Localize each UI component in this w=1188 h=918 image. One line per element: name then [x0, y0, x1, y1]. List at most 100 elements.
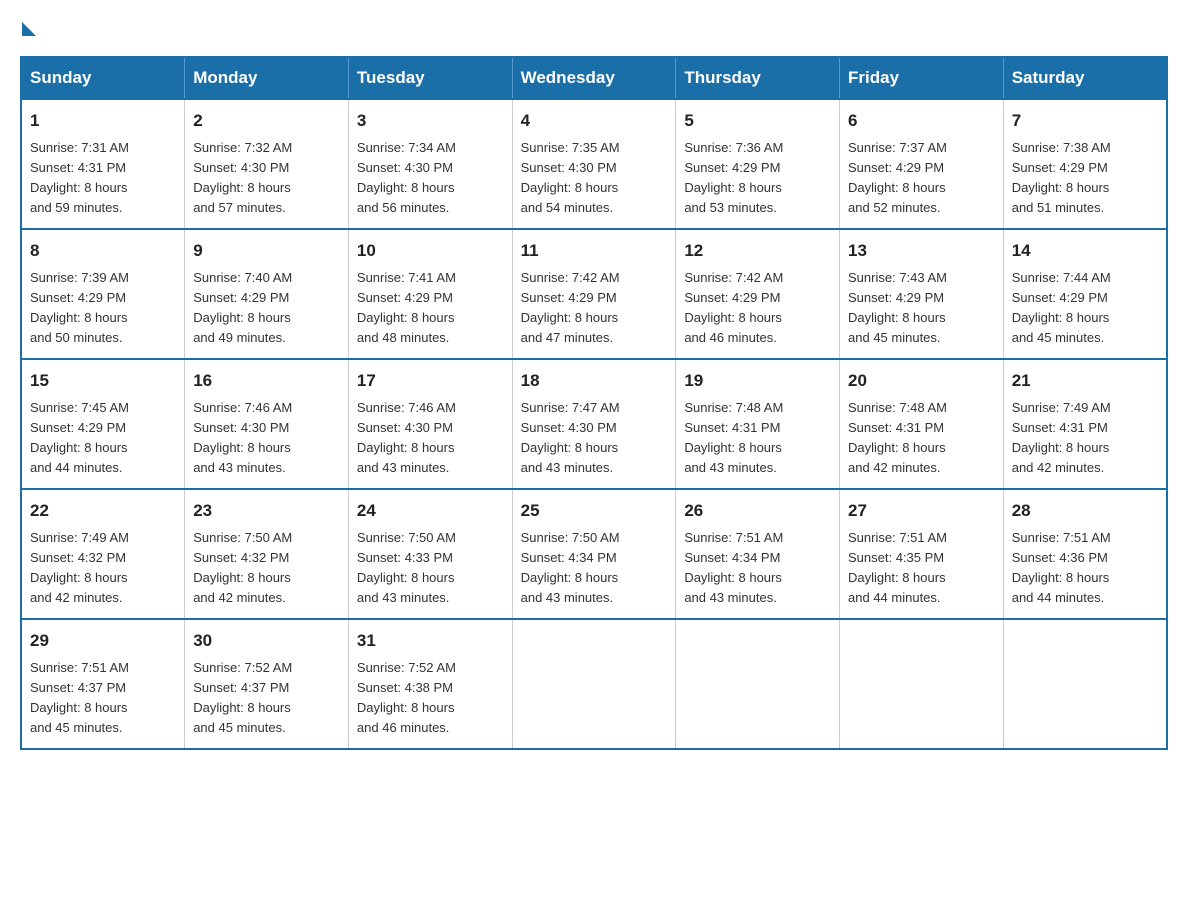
calendar-cell: 8 Sunrise: 7:39 AMSunset: 4:29 PMDayligh… [21, 229, 185, 359]
day-of-week-header: Saturday [1003, 57, 1167, 99]
calendar-cell: 30 Sunrise: 7:52 AMSunset: 4:37 PMDaylig… [185, 619, 349, 749]
calendar-cell [676, 619, 840, 749]
day-info: Sunrise: 7:48 AMSunset: 4:31 PMDaylight:… [848, 398, 995, 479]
day-info: Sunrise: 7:51 AMSunset: 4:37 PMDaylight:… [30, 658, 176, 739]
calendar-cell [1003, 619, 1167, 749]
day-info: Sunrise: 7:48 AMSunset: 4:31 PMDaylight:… [684, 398, 831, 479]
day-number: 14 [1012, 238, 1158, 264]
calendar-cell: 13 Sunrise: 7:43 AMSunset: 4:29 PMDaylig… [840, 229, 1004, 359]
day-of-week-header: Monday [185, 57, 349, 99]
calendar-cell: 16 Sunrise: 7:46 AMSunset: 4:30 PMDaylig… [185, 359, 349, 489]
day-of-week-header: Wednesday [512, 57, 676, 99]
calendar-cell: 27 Sunrise: 7:51 AMSunset: 4:35 PMDaylig… [840, 489, 1004, 619]
day-number: 29 [30, 628, 176, 654]
day-info: Sunrise: 7:38 AMSunset: 4:29 PMDaylight:… [1012, 138, 1158, 219]
calendar-cell: 11 Sunrise: 7:42 AMSunset: 4:29 PMDaylig… [512, 229, 676, 359]
day-info: Sunrise: 7:51 AMSunset: 4:36 PMDaylight:… [1012, 528, 1158, 609]
calendar-cell: 15 Sunrise: 7:45 AMSunset: 4:29 PMDaylig… [21, 359, 185, 489]
calendar-cell: 20 Sunrise: 7:48 AMSunset: 4:31 PMDaylig… [840, 359, 1004, 489]
calendar-cell: 9 Sunrise: 7:40 AMSunset: 4:29 PMDayligh… [185, 229, 349, 359]
day-number: 11 [521, 238, 668, 264]
day-number: 23 [193, 498, 340, 524]
day-info: Sunrise: 7:50 AMSunset: 4:34 PMDaylight:… [521, 528, 668, 609]
day-info: Sunrise: 7:49 AMSunset: 4:32 PMDaylight:… [30, 528, 176, 609]
calendar-cell: 22 Sunrise: 7:49 AMSunset: 4:32 PMDaylig… [21, 489, 185, 619]
day-number: 13 [848, 238, 995, 264]
day-number: 25 [521, 498, 668, 524]
day-number: 30 [193, 628, 340, 654]
calendar-cell: 25 Sunrise: 7:50 AMSunset: 4:34 PMDaylig… [512, 489, 676, 619]
day-info: Sunrise: 7:51 AMSunset: 4:35 PMDaylight:… [848, 528, 995, 609]
day-number: 1 [30, 108, 176, 134]
day-of-week-header: Sunday [21, 57, 185, 99]
calendar-cell: 21 Sunrise: 7:49 AMSunset: 4:31 PMDaylig… [1003, 359, 1167, 489]
day-number: 8 [30, 238, 176, 264]
day-number: 3 [357, 108, 504, 134]
day-info: Sunrise: 7:42 AMSunset: 4:29 PMDaylight:… [521, 268, 668, 349]
calendar-cell: 6 Sunrise: 7:37 AMSunset: 4:29 PMDayligh… [840, 99, 1004, 229]
calendar-cell [840, 619, 1004, 749]
day-info: Sunrise: 7:50 AMSunset: 4:32 PMDaylight:… [193, 528, 340, 609]
logo-arrow-icon [22, 22, 36, 36]
day-info: Sunrise: 7:47 AMSunset: 4:30 PMDaylight:… [521, 398, 668, 479]
calendar-cell: 26 Sunrise: 7:51 AMSunset: 4:34 PMDaylig… [676, 489, 840, 619]
day-number: 6 [848, 108, 995, 134]
day-number: 4 [521, 108, 668, 134]
calendar-week-row: 15 Sunrise: 7:45 AMSunset: 4:29 PMDaylig… [21, 359, 1167, 489]
calendar-week-row: 1 Sunrise: 7:31 AMSunset: 4:31 PMDayligh… [21, 99, 1167, 229]
calendar-cell: 23 Sunrise: 7:50 AMSunset: 4:32 PMDaylig… [185, 489, 349, 619]
calendar-cell: 24 Sunrise: 7:50 AMSunset: 4:33 PMDaylig… [348, 489, 512, 619]
calendar-cell: 29 Sunrise: 7:51 AMSunset: 4:37 PMDaylig… [21, 619, 185, 749]
day-number: 24 [357, 498, 504, 524]
calendar-cell: 19 Sunrise: 7:48 AMSunset: 4:31 PMDaylig… [676, 359, 840, 489]
day-info: Sunrise: 7:46 AMSunset: 4:30 PMDaylight:… [357, 398, 504, 479]
day-info: Sunrise: 7:52 AMSunset: 4:37 PMDaylight:… [193, 658, 340, 739]
day-number: 17 [357, 368, 504, 394]
calendar-week-row: 8 Sunrise: 7:39 AMSunset: 4:29 PMDayligh… [21, 229, 1167, 359]
calendar-cell: 28 Sunrise: 7:51 AMSunset: 4:36 PMDaylig… [1003, 489, 1167, 619]
calendar-cell: 10 Sunrise: 7:41 AMSunset: 4:29 PMDaylig… [348, 229, 512, 359]
day-info: Sunrise: 7:50 AMSunset: 4:33 PMDaylight:… [357, 528, 504, 609]
calendar-cell: 1 Sunrise: 7:31 AMSunset: 4:31 PMDayligh… [21, 99, 185, 229]
day-number: 21 [1012, 368, 1158, 394]
day-number: 5 [684, 108, 831, 134]
calendar-cell: 5 Sunrise: 7:36 AMSunset: 4:29 PMDayligh… [676, 99, 840, 229]
calendar-cell: 3 Sunrise: 7:34 AMSunset: 4:30 PMDayligh… [348, 99, 512, 229]
day-of-week-header: Tuesday [348, 57, 512, 99]
day-info: Sunrise: 7:37 AMSunset: 4:29 PMDaylight:… [848, 138, 995, 219]
day-info: Sunrise: 7:43 AMSunset: 4:29 PMDaylight:… [848, 268, 995, 349]
calendar-cell: 12 Sunrise: 7:42 AMSunset: 4:29 PMDaylig… [676, 229, 840, 359]
day-info: Sunrise: 7:46 AMSunset: 4:30 PMDaylight:… [193, 398, 340, 479]
day-info: Sunrise: 7:31 AMSunset: 4:31 PMDaylight:… [30, 138, 176, 219]
day-info: Sunrise: 7:42 AMSunset: 4:29 PMDaylight:… [684, 268, 831, 349]
day-info: Sunrise: 7:45 AMSunset: 4:29 PMDaylight:… [30, 398, 176, 479]
day-number: 27 [848, 498, 995, 524]
day-number: 7 [1012, 108, 1158, 134]
day-of-week-header: Thursday [676, 57, 840, 99]
day-number: 22 [30, 498, 176, 524]
day-info: Sunrise: 7:44 AMSunset: 4:29 PMDaylight:… [1012, 268, 1158, 349]
day-number: 16 [193, 368, 340, 394]
calendar-cell: 17 Sunrise: 7:46 AMSunset: 4:30 PMDaylig… [348, 359, 512, 489]
day-number: 10 [357, 238, 504, 264]
calendar-week-row: 22 Sunrise: 7:49 AMSunset: 4:32 PMDaylig… [21, 489, 1167, 619]
page-header [20, 20, 1168, 36]
day-number: 12 [684, 238, 831, 264]
calendar-header-row: SundayMondayTuesdayWednesdayThursdayFrid… [21, 57, 1167, 99]
day-of-week-header: Friday [840, 57, 1004, 99]
day-info: Sunrise: 7:36 AMSunset: 4:29 PMDaylight:… [684, 138, 831, 219]
day-number: 9 [193, 238, 340, 264]
calendar-cell: 18 Sunrise: 7:47 AMSunset: 4:30 PMDaylig… [512, 359, 676, 489]
day-info: Sunrise: 7:51 AMSunset: 4:34 PMDaylight:… [684, 528, 831, 609]
calendar-cell [512, 619, 676, 749]
day-info: Sunrise: 7:49 AMSunset: 4:31 PMDaylight:… [1012, 398, 1158, 479]
day-number: 31 [357, 628, 504, 654]
calendar-cell: 7 Sunrise: 7:38 AMSunset: 4:29 PMDayligh… [1003, 99, 1167, 229]
day-info: Sunrise: 7:40 AMSunset: 4:29 PMDaylight:… [193, 268, 340, 349]
day-number: 2 [193, 108, 340, 134]
day-number: 19 [684, 368, 831, 394]
day-info: Sunrise: 7:52 AMSunset: 4:38 PMDaylight:… [357, 658, 504, 739]
day-info: Sunrise: 7:34 AMSunset: 4:30 PMDaylight:… [357, 138, 504, 219]
logo [20, 20, 36, 36]
day-number: 18 [521, 368, 668, 394]
